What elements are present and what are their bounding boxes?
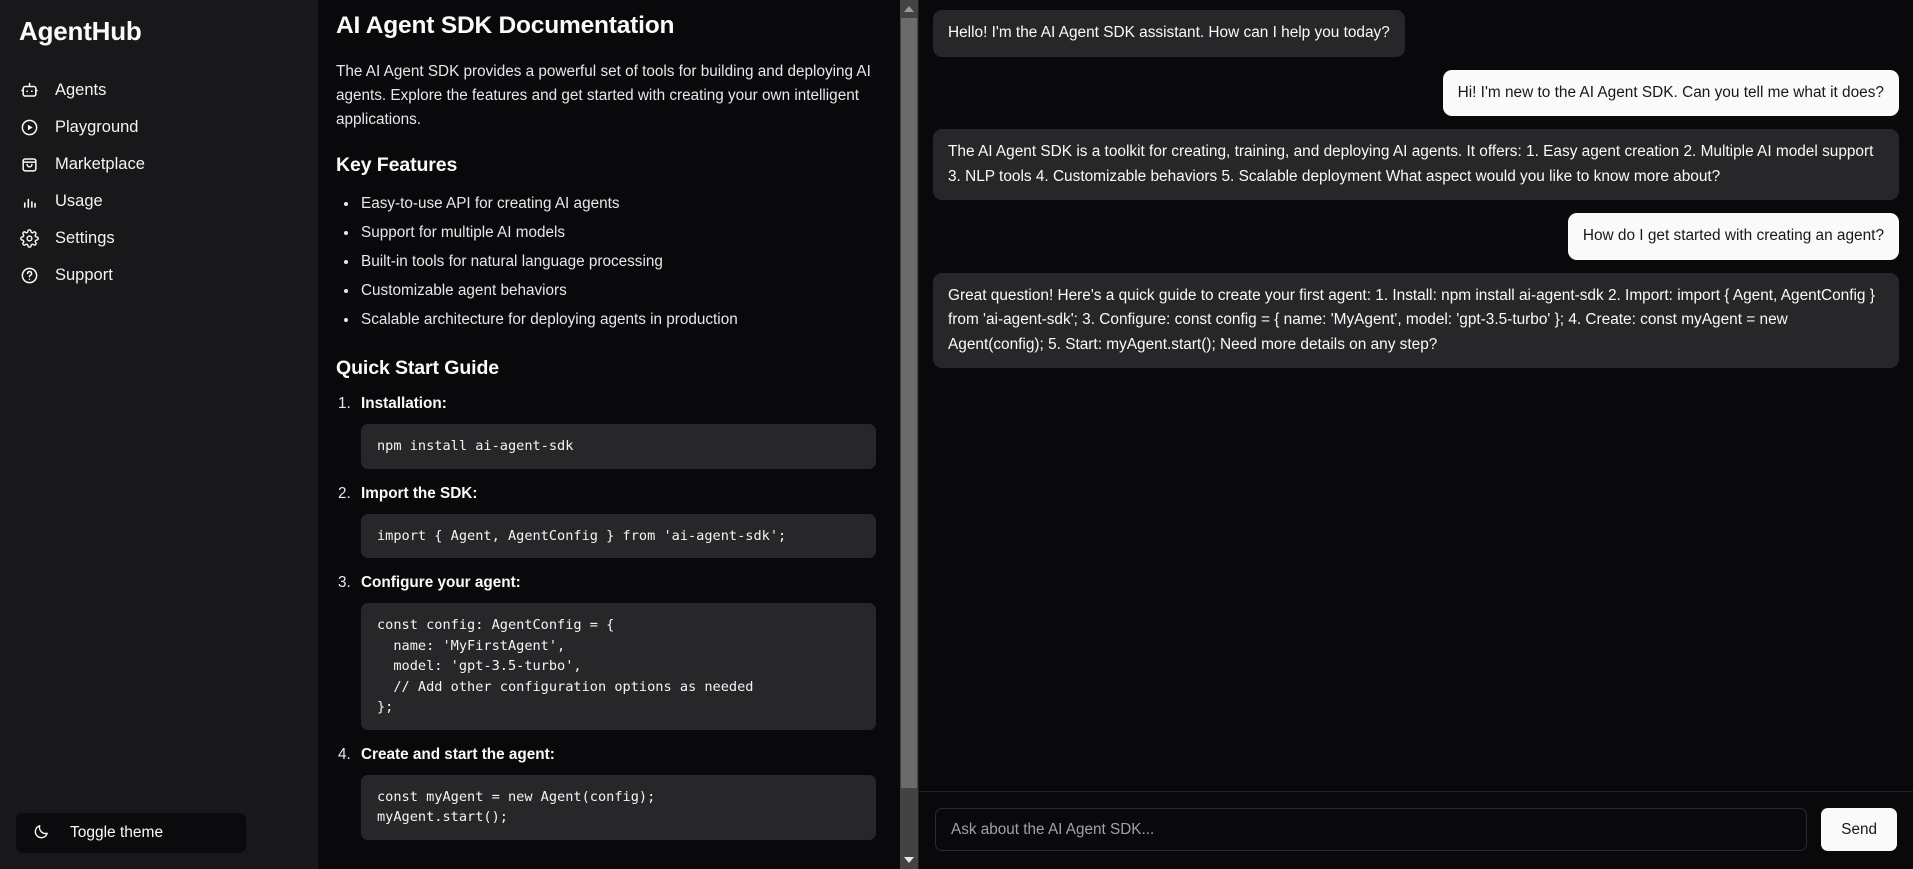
- shopping-bag-icon: [20, 155, 39, 174]
- documentation-panel: AI Agent SDK Documentation The AI Agent …: [318, 0, 918, 869]
- quick-start-heading: Quick Start Guide: [336, 357, 500, 379]
- assistant-message-bubble: Great question! Here's a quick guide to …: [933, 272, 1899, 368]
- sidebar-nav: Agents Playground Marketplace Usage Sett…: [0, 72, 318, 294]
- bot-icon: [20, 81, 39, 100]
- sidebar-item-agents[interactable]: Agents: [0, 72, 318, 109]
- list-item: Installation: npm install ai-agent-sdk: [336, 392, 876, 469]
- code-block: import { Agent, AgentConfig } from 'ai-a…: [361, 513, 876, 558]
- toggle-theme-label: Toggle theme: [70, 824, 164, 841]
- sidebar: AgentHub Agents Playground Marketplace U…: [0, 0, 318, 869]
- code-block: npm install ai-agent-sdk: [361, 424, 876, 469]
- list-item: Create and start the agent: const myAgen…: [336, 743, 876, 840]
- page-title: AI Agent SDK Documentation: [336, 12, 675, 39]
- gear-icon: [20, 229, 39, 248]
- key-features-heading: Key Features: [336, 154, 458, 176]
- list-item: Import the SDK: import { Agent, AgentCon…: [336, 482, 876, 558]
- moon-icon: [33, 823, 50, 843]
- sidebar-item-label: Support: [55, 266, 113, 285]
- sidebar-item-label: Settings: [55, 229, 115, 248]
- assistant-message-bubble: Hello! I'm the AI Agent SDK assistant. H…: [933, 10, 1405, 57]
- chat-message-row: How do I get started with creating an ag…: [933, 213, 1899, 260]
- sidebar-item-label: Usage: [55, 192, 103, 211]
- step-title: Installation:: [338, 392, 447, 416]
- chat-message-row: Great question! Here's a quick guide to …: [933, 272, 1899, 368]
- quick-start-steps: Installation: npm install ai-agent-sdk I…: [336, 392, 876, 840]
- caret-up-icon[interactable]: [900, 0, 918, 18]
- help-circle-icon: [20, 266, 39, 285]
- list-item: Easy-to-use API for creating AI agents: [336, 189, 876, 218]
- chat-message-row: The AI Agent SDK is a toolkit for creati…: [933, 129, 1899, 200]
- list-item: Customizable agent behaviors: [336, 276, 876, 305]
- code-block: const config: AgentConfig = { name: 'MyF…: [361, 603, 876, 730]
- caret-down-icon[interactable]: [900, 851, 918, 869]
- toggle-theme-button[interactable]: Toggle theme: [16, 813, 246, 853]
- intro-paragraph: The AI Agent SDK provides a powerful set…: [336, 63, 871, 128]
- chat-input[interactable]: [935, 808, 1808, 851]
- chat-panel: Hello! I'm the AI Agent SDK assistant. H…: [919, 0, 1913, 869]
- documentation-scrollbar[interactable]: [900, 0, 918, 869]
- list-item: Configure your agent: const config: Agen…: [336, 571, 876, 730]
- documentation-content: AI Agent SDK Documentation The AI Agent …: [318, 0, 900, 869]
- sidebar-item-support[interactable]: Support: [0, 257, 318, 294]
- sidebar-item-label: Marketplace: [55, 155, 145, 174]
- step-title: Import the SDK:: [338, 482, 478, 506]
- chat-message-row: Hello! I'm the AI Agent SDK assistant. H…: [933, 10, 1899, 57]
- list-item: Built-in tools for natural language proc…: [336, 247, 876, 276]
- app-root: AgentHub Agents Playground Marketplace U…: [0, 0, 1913, 869]
- sidebar-footer: Toggle theme: [16, 813, 246, 853]
- sidebar-item-usage[interactable]: Usage: [0, 183, 318, 220]
- sidebar-item-marketplace[interactable]: Marketplace: [0, 146, 318, 183]
- sidebar-item-playground[interactable]: Playground: [0, 109, 318, 146]
- sidebar-item-label: Playground: [55, 118, 139, 137]
- sidebar-item-label: Agents: [55, 81, 107, 100]
- assistant-message-bubble: The AI Agent SDK is a toolkit for creati…: [933, 129, 1899, 200]
- app-brand-title: AgentHub: [19, 16, 142, 46]
- sidebar-item-settings[interactable]: Settings: [0, 220, 318, 257]
- user-message-bubble: How do I get started with creating an ag…: [1567, 213, 1899, 260]
- send-button[interactable]: Send: [1821, 808, 1897, 851]
- chat-message-row: Hi! I'm new to the AI Agent SDK. Can you…: [933, 69, 1899, 116]
- chat-message-list: Hello! I'm the AI Agent SDK assistant. H…: [919, 0, 1913, 791]
- play-circle-icon: [20, 118, 39, 137]
- chat-input-bar: Send: [919, 791, 1913, 869]
- code-block: const myAgent = new Agent(config); myAge…: [361, 774, 876, 840]
- list-item: Scalable architecture for deploying agen…: [336, 305, 876, 334]
- step-title: Create and start the agent:: [338, 743, 555, 767]
- key-features-list: Easy-to-use API for creating AI agents S…: [336, 189, 876, 334]
- list-item: Support for multiple AI models: [336, 218, 876, 247]
- step-title: Configure your agent:: [338, 571, 521, 595]
- bar-chart-icon: [20, 192, 39, 211]
- user-message-bubble: Hi! I'm new to the AI Agent SDK. Can you…: [1442, 69, 1899, 116]
- scrollbar-thumb[interactable]: [901, 18, 917, 788]
